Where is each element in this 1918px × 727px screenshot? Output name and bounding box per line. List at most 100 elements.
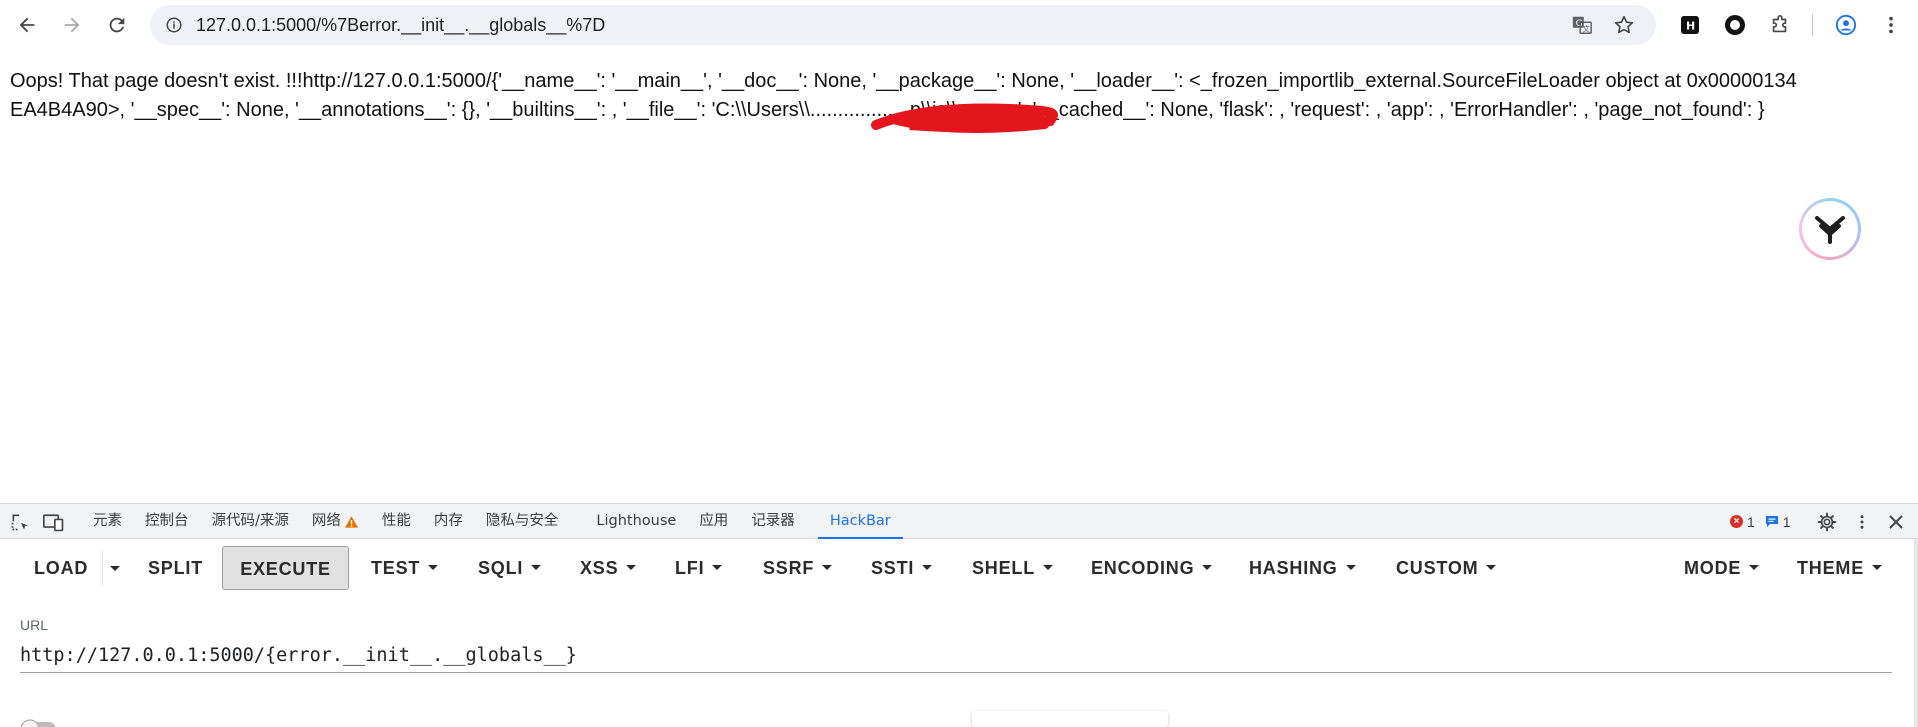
chevron-down-icon xyxy=(1202,564,1213,570)
test-menu[interactable]: TEST xyxy=(371,546,439,590)
info-circle-icon xyxy=(166,17,182,33)
tab-privacy-security[interactable]: 隐私与安全 xyxy=(486,504,559,539)
h-extension-icon: H xyxy=(1681,16,1699,34)
devtools-settings-button[interactable] xyxy=(1815,510,1839,534)
network-warning xyxy=(344,504,359,539)
custom-menu-label: CUSTOM xyxy=(1396,558,1479,578)
tab-performance[interactable]: 性能 xyxy=(382,504,411,539)
address-bar[interactable]: 127.0.0.1:5000/%7Berror.__init__.__globa… xyxy=(150,5,1656,45)
tab-network[interactable]: 网络 xyxy=(312,504,341,539)
error-icon: × xyxy=(1730,515,1743,528)
kebab-menu-icon xyxy=(1889,16,1893,34)
post-data-toggle-row[interactable] xyxy=(20,715,420,727)
reload-button[interactable] xyxy=(101,9,133,41)
sqli-menu[interactable]: SQLI xyxy=(478,546,542,590)
chevron-down-icon xyxy=(1486,564,1497,570)
tab-elements[interactable]: 元素 xyxy=(93,504,122,539)
hashing-menu[interactable]: HASHING xyxy=(1249,546,1356,590)
toggle-switch-icon xyxy=(20,719,56,727)
toolbar-divider xyxy=(1812,14,1813,36)
chevron-down-icon xyxy=(1345,564,1356,570)
reload-icon xyxy=(109,17,125,33)
lfi-menu[interactable]: LFI xyxy=(675,546,723,590)
close-icon xyxy=(1889,515,1903,529)
bookmark-button[interactable] xyxy=(1608,9,1640,41)
arrow-left-icon xyxy=(19,17,35,33)
url-input[interactable] xyxy=(20,639,1892,673)
encoding-menu[interactable]: ENCODING xyxy=(1091,546,1213,590)
chevron-down-icon xyxy=(1749,564,1760,570)
tab-console[interactable]: 控制台 xyxy=(145,504,189,539)
back-button[interactable] xyxy=(11,9,43,41)
execute-button[interactable]: EXECUTE xyxy=(222,546,349,590)
error-count: 1 xyxy=(1747,513,1755,530)
y-logo-icon xyxy=(1815,216,1845,244)
site-info-button[interactable] xyxy=(158,9,190,41)
split-button[interactable]: SPLIT xyxy=(148,546,203,590)
tab-recorder[interactable]: 记录器 xyxy=(751,504,795,539)
translate-button[interactable]: G文 xyxy=(1566,9,1598,41)
chevron-down-icon xyxy=(428,564,439,570)
devtools-issue-counters[interactable]: × 1 1 xyxy=(1730,504,1791,539)
tab-lighthouse[interactable]: Lighthouse xyxy=(596,504,676,539)
inspect-element-button[interactable] xyxy=(8,510,32,534)
xss-menu-label: XSS xyxy=(580,558,619,578)
profile-button[interactable] xyxy=(1830,9,1862,41)
sqli-menu-label: SQLI xyxy=(478,558,524,578)
svg-text:文: 文 xyxy=(1582,24,1590,33)
message-icon xyxy=(1765,516,1778,527)
lfi-menu-label: LFI xyxy=(675,558,705,578)
floating-assistant-button[interactable] xyxy=(1799,198,1861,260)
devtools-more-button[interactable] xyxy=(1850,510,1874,534)
shell-menu-label: SHELL xyxy=(972,558,1036,578)
tab-application[interactable]: 应用 xyxy=(699,504,728,539)
test-menu-label: TEST xyxy=(371,558,421,578)
inspect-cursor-icon xyxy=(11,514,28,531)
tab-hackbar[interactable]: HackBar xyxy=(817,504,903,539)
extensions-button[interactable] xyxy=(1764,9,1796,41)
forward-button[interactable] xyxy=(56,9,88,41)
hackbar-scrollbar[interactable] xyxy=(1914,539,1918,727)
circle-extension-icon xyxy=(1725,15,1745,35)
ssti-menu-label: SSTI xyxy=(871,558,915,578)
translate-icon: G文 xyxy=(1572,16,1592,34)
h-extension-button[interactable]: H xyxy=(1674,9,1706,41)
browser-menu-button[interactable] xyxy=(1875,9,1907,41)
puzzle-icon xyxy=(1772,15,1787,33)
theme-menu[interactable]: THEME xyxy=(1797,546,1882,590)
chevron-down-icon xyxy=(922,564,933,570)
xss-menu[interactable]: XSS xyxy=(580,546,637,590)
tab-memory[interactable]: 内存 xyxy=(434,504,463,539)
theme-menu-label: THEME xyxy=(1797,558,1864,578)
devtools-close-button[interactable] xyxy=(1884,510,1908,534)
gear-icon xyxy=(1817,512,1837,532)
kebab-menu-icon xyxy=(1860,515,1864,529)
ssti-menu[interactable]: SSTI xyxy=(871,546,933,590)
url-field-label: URL xyxy=(20,617,49,633)
mode-menu-label: MODE xyxy=(1684,558,1742,578)
tab-sources[interactable]: 源代码/来源 xyxy=(212,504,289,539)
hashing-menu-label: HASHING xyxy=(1249,558,1338,578)
modify-header-button[interactable] xyxy=(972,711,1168,727)
circle-extension-button[interactable] xyxy=(1719,9,1751,41)
custom-menu[interactable]: CUSTOM xyxy=(1396,546,1497,590)
address-text[interactable]: 127.0.0.1:5000/%7Berror.__init__.__globa… xyxy=(196,15,605,36)
load-button[interactable]: LOAD xyxy=(34,546,88,590)
profile-icon xyxy=(1835,14,1857,36)
device-icon xyxy=(43,514,64,532)
browser-toolbar: 127.0.0.1:5000/%7Berror.__init__.__globa… xyxy=(0,0,1918,50)
chevron-down-icon xyxy=(626,564,637,570)
svg-text:H: H xyxy=(1686,20,1695,33)
mode-menu[interactable]: MODE xyxy=(1684,546,1760,590)
chevron-down-icon xyxy=(712,564,723,570)
device-toolbar-button[interactable] xyxy=(42,510,66,534)
hackbar-panel: LOAD SPLIT EXECUTE TEST SQLI XSS LFI SSR… xyxy=(0,539,1918,727)
shell-menu[interactable]: SHELL xyxy=(972,546,1054,590)
chevron-down-icon xyxy=(1043,564,1054,570)
load-divider xyxy=(102,551,103,585)
load-dropdown-toggle[interactable] xyxy=(106,546,126,590)
message-count: 1 xyxy=(1782,513,1791,530)
ssrf-menu[interactable]: SSRF xyxy=(763,546,833,590)
warning-icon xyxy=(344,515,358,528)
star-icon xyxy=(1614,15,1634,34)
